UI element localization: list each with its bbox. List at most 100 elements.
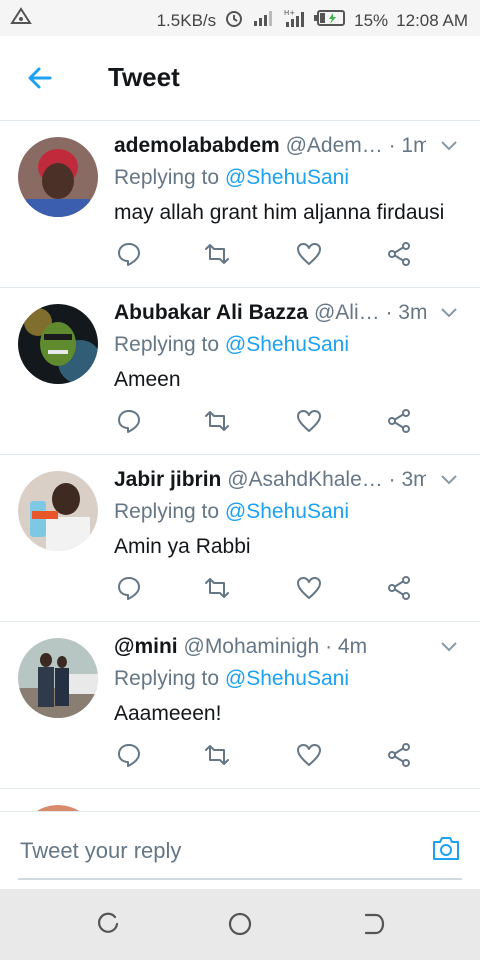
back-button[interactable] xyxy=(22,58,62,98)
share-button[interactable] xyxy=(386,408,416,438)
author-handle: @AsahdKhale… xyxy=(227,468,383,491)
tweet-text: Amin ya Rabbi xyxy=(114,535,251,558)
replying-label: Replying to xyxy=(114,166,220,189)
share-icon xyxy=(386,409,412,438)
heart-icon xyxy=(296,577,322,605)
retweet-icon xyxy=(204,411,230,438)
clock: 12:08 AM xyxy=(396,10,468,30)
avatar[interactable] xyxy=(18,471,98,551)
author-handle: @Mohaminigh xyxy=(183,635,320,658)
retweet-button[interactable] xyxy=(204,408,234,438)
author-handle: @Ali… xyxy=(313,301,380,324)
status-bar: 1.5KB/s H+ 15% 12:08 AM xyxy=(0,0,480,36)
back-arrow-icon xyxy=(22,67,62,102)
author-name[interactable]: ademolababdem xyxy=(114,134,280,157)
share-icon xyxy=(386,242,412,271)
reply-icon xyxy=(116,577,142,605)
recent-apps-icon xyxy=(95,912,121,941)
retweet-button[interactable] xyxy=(204,742,234,772)
reply-compose-bar xyxy=(0,811,480,890)
reply-button[interactable] xyxy=(116,241,146,271)
mention-link[interactable]: @ShehuSani xyxy=(225,333,349,356)
reply-icon xyxy=(116,410,142,438)
heart-icon xyxy=(296,243,322,271)
replying-to: Replying to @ShehuSani xyxy=(114,166,349,190)
mention-link[interactable]: @ShehuSani xyxy=(225,166,349,189)
reply-button[interactable] xyxy=(116,742,146,772)
battery-icon xyxy=(314,9,346,32)
tweet-actions xyxy=(114,575,414,607)
tweet-header: @mini @Mohaminigh · 4m xyxy=(114,635,426,659)
replying-to: Replying to @ShehuSani xyxy=(114,333,349,357)
share-button[interactable] xyxy=(386,742,416,772)
replying-label: Replying to xyxy=(114,667,220,690)
tweet-header: Abubakar Ali Bazza @Ali… · 3m xyxy=(114,301,426,325)
tweet-actions xyxy=(114,742,414,774)
data-signal-icon: H+ xyxy=(282,8,306,33)
heart-icon xyxy=(296,744,322,772)
camera-button[interactable] xyxy=(430,832,462,864)
tweet-actions xyxy=(114,408,414,440)
reply-input[interactable] xyxy=(18,832,422,870)
chevron-down-icon[interactable] xyxy=(440,638,458,656)
like-button[interactable] xyxy=(296,241,326,271)
mention-link[interactable]: @ShehuSani xyxy=(225,667,349,690)
share-icon xyxy=(386,576,412,605)
share-icon xyxy=(386,743,412,772)
tweet-time: · 3m xyxy=(385,301,426,324)
home-button[interactable] xyxy=(227,911,253,937)
reply-button[interactable] xyxy=(116,575,146,605)
avatar[interactable] xyxy=(18,638,98,718)
reply-button[interactable] xyxy=(116,408,146,438)
tweet-time: · 3m xyxy=(388,468,426,491)
notification-icon xyxy=(10,7,32,30)
like-button[interactable] xyxy=(296,408,326,438)
replying-label: Replying to xyxy=(114,333,220,356)
retweet-icon xyxy=(204,578,230,605)
share-button[interactable] xyxy=(386,575,416,605)
mention-link[interactable]: @ShehuSani xyxy=(225,500,349,523)
retweet-icon xyxy=(204,244,230,271)
retweet-button[interactable] xyxy=(204,575,234,605)
tweet-item[interactable]: @mini @Mohaminigh · 4m Replying to @Sheh… xyxy=(0,622,480,789)
avatar[interactable] xyxy=(18,304,98,384)
tweet-header: Jabir jibrin @AsahdKhale… · 3m xyxy=(114,468,426,492)
input-underline xyxy=(18,878,462,880)
retweet-icon xyxy=(204,745,230,772)
replying-to: Replying to @ShehuSani xyxy=(114,667,349,691)
back-nav-icon xyxy=(360,913,386,941)
tweet-text: Aaameeen! xyxy=(114,702,222,725)
recent-apps-button[interactable] xyxy=(95,911,121,937)
back-nav-button[interactable] xyxy=(360,911,386,937)
tweet-item[interactable]: Jabir jibrin @AsahdKhale… · 3m Replying … xyxy=(0,455,480,622)
tweet-time: · 1m xyxy=(388,134,426,157)
app-bar: Tweet xyxy=(0,36,480,121)
author-name[interactable]: Abubakar Ali Bazza xyxy=(114,301,308,324)
system-nav-bar xyxy=(0,889,480,960)
tweet-item[interactable]: Abubakar Ali Bazza @Ali… · 3m Replying t… xyxy=(0,288,480,455)
retweet-button[interactable] xyxy=(204,241,234,271)
replying-label: Replying to xyxy=(114,500,220,523)
reply-list[interactable]: ademolababdem @Adem… · 1m Replying to @S… xyxy=(0,121,480,811)
svg-text:H+: H+ xyxy=(284,9,295,17)
share-button[interactable] xyxy=(386,241,416,271)
avatar[interactable] xyxy=(18,137,98,217)
reply-icon xyxy=(116,744,142,772)
chevron-down-icon[interactable] xyxy=(440,471,458,489)
replying-to: Replying to @ShehuSani xyxy=(114,500,349,524)
chevron-down-icon[interactable] xyxy=(440,304,458,322)
tweet-text: may allah grant him aljanna firdausi xyxy=(114,201,445,224)
battery-percent: 15% xyxy=(354,10,389,30)
author-name[interactable]: @mini xyxy=(114,635,178,658)
like-button[interactable] xyxy=(296,742,326,772)
tweet-text: Ameen xyxy=(114,368,181,391)
chevron-down-icon[interactable] xyxy=(440,137,458,155)
author-name[interactable]: Jabir jibrin xyxy=(114,468,221,491)
tweet-item[interactable]: ademolababdem @Adem… · 1m Replying to @S… xyxy=(0,121,480,288)
tweet-item-partial[interactable] xyxy=(0,789,480,811)
tweet-time: · 4m xyxy=(325,635,368,658)
signal-icon xyxy=(252,9,274,32)
alarm-icon xyxy=(224,8,244,33)
camera-icon xyxy=(430,837,462,868)
like-button[interactable] xyxy=(296,575,326,605)
